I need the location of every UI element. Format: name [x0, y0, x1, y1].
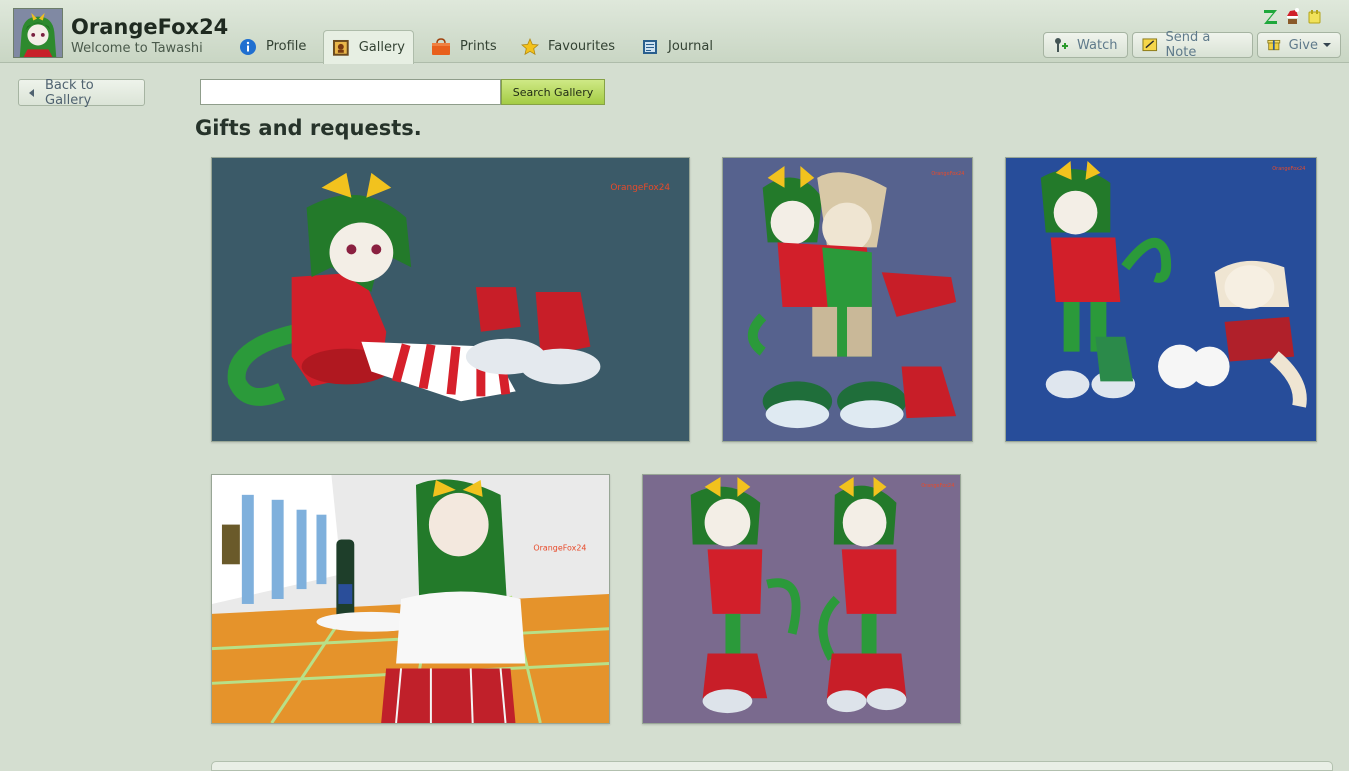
profile-username[interactable]: OrangeFox24	[71, 15, 228, 39]
thumbnail-5[interactable]: OrangeFox24	[642, 474, 961, 724]
thumbnail-4[interactable]: OrangeFox24	[211, 474, 610, 724]
give-button[interactable]: Give	[1257, 32, 1341, 58]
tab-label: Favourites	[548, 39, 615, 54]
status-icons	[1262, 8, 1323, 25]
search-gallery-button[interactable]: Search Gallery	[501, 79, 605, 105]
gallery-icon	[332, 39, 350, 57]
tab-prints[interactable]: Prints	[423, 30, 505, 63]
comments-panel-top	[211, 761, 1333, 771]
thumbnail-2[interactable]: OrangeFox24	[722, 157, 973, 442]
tab-label: Prints	[460, 39, 497, 54]
tab-profile[interactable]: Profile	[231, 30, 314, 63]
watermark: OrangeFox24	[533, 543, 586, 552]
gift-santa-icon[interactable]	[1284, 8, 1301, 25]
thumbnail-1[interactable]: OrangeFox24	[211, 157, 690, 442]
info-icon	[239, 38, 257, 56]
tab-journal[interactable]: Journal	[633, 30, 721, 63]
profile-tagline: Welcome to Tawashi	[71, 41, 203, 56]
send-note-button[interactable]: Send a Note	[1132, 30, 1253, 60]
watermark: OrangeFox24	[1272, 166, 1305, 172]
watch-label: Watch	[1077, 37, 1118, 53]
page-title: Gifts and requests.	[195, 116, 422, 140]
gift-icon	[1267, 37, 1281, 53]
tab-favourites[interactable]: Favourites	[513, 30, 623, 63]
send-note-label: Send a Note	[1165, 30, 1211, 60]
watch-icon	[1053, 37, 1069, 53]
watch-button[interactable]: Watch	[1043, 32, 1128, 58]
star-icon	[521, 37, 539, 56]
badge-icon[interactable]	[1306, 8, 1323, 25]
journal-icon	[641, 38, 659, 56]
note-icon	[1142, 37, 1158, 53]
tab-gallery[interactable]: Gallery	[323, 30, 414, 64]
shopping-bag-icon	[431, 37, 451, 56]
tab-label: Gallery	[358, 40, 405, 55]
tab-label: Journal	[668, 39, 713, 54]
back-to-gallery-button[interactable]: Back to Gallery	[18, 77, 145, 108]
avatar[interactable]	[13, 8, 63, 58]
thumbnail-3[interactable]: OrangeFox24	[1005, 157, 1317, 442]
chevron-left-icon	[29, 88, 34, 97]
watermark: OrangeFox24	[921, 483, 954, 489]
search-input[interactable]	[200, 79, 501, 105]
tab-label: Profile	[266, 39, 307, 54]
give-label: Give	[1288, 37, 1318, 53]
site-header: OrangeFox24 Welcome to Tawashi Profile G…	[0, 0, 1349, 64]
back-to-gallery-label: Back to Gallery	[45, 77, 94, 108]
watermark: OrangeFox24	[610, 183, 670, 193]
premium-z-icon[interactable]	[1262, 8, 1279, 25]
watermark: OrangeFox24	[931, 171, 964, 177]
chevron-down-icon	[1323, 43, 1331, 47]
